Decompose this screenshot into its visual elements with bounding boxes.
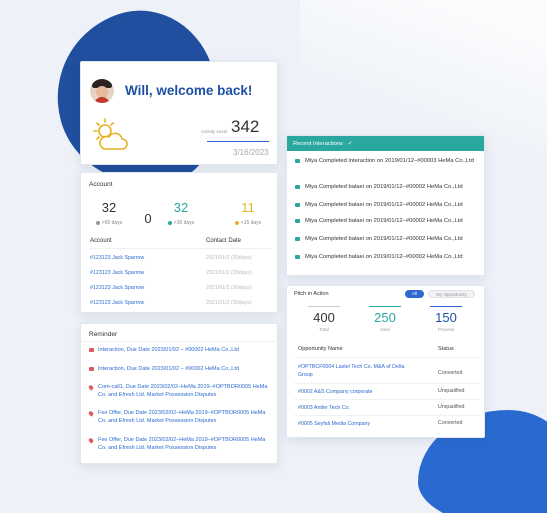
interaction-item[interactable]: Miya Completed balaei on 2019/01/12–#000…	[295, 235, 480, 243]
opportunity-status: Converted	[438, 420, 463, 426]
location-pin-icon	[87, 410, 95, 417]
interaction-item[interactable]: Miya Completed balaei on 2019/01/12–#000…	[295, 253, 480, 261]
divider	[81, 341, 279, 342]
location-pin-icon	[87, 384, 95, 391]
account-link[interactable]: #123123 Jack Sparrow	[90, 255, 144, 261]
column-contact-date: Contact Date	[206, 238, 242, 244]
opportunity-link[interactable]: #0003 Antler Tech Co.	[298, 404, 408, 412]
message-icon	[295, 255, 300, 259]
pitch-title: Pitch in Action	[294, 291, 329, 297]
opportunity-status: Unqualified	[438, 388, 465, 394]
message-icon	[295, 203, 300, 207]
reminder-item[interactable]: Com-call1, Due Date 2023/02/02–HeMa 2019…	[87, 383, 271, 399]
stat-process[interactable]: 150 Process	[421, 306, 471, 332]
opportunity-status: Converted	[438, 370, 463, 376]
stat-deal[interactable]: 250 Deal	[360, 306, 410, 332]
current-date: 3/16/2023	[233, 148, 269, 157]
contact-date: 2021/01/2 (30days)	[206, 300, 252, 306]
location-pin-icon	[87, 437, 95, 444]
interaction-item[interactable]: Miya Completed interaction on 2019/01/12…	[295, 157, 480, 165]
message-icon	[295, 237, 300, 241]
account-link[interactable]: #123123 Jack Sparrow	[90, 300, 144, 306]
gray-dot-icon	[95, 220, 100, 225]
yellow-dot-icon	[234, 220, 239, 225]
mail-icon	[89, 348, 94, 352]
activity-divider	[207, 141, 269, 142]
interaction-item[interactable]: Miya Completed balaei on 2019/01/12–#000…	[295, 217, 480, 225]
divider	[294, 357, 479, 358]
account-title: Account	[89, 181, 113, 188]
contact-date: 2021/01/2 (30days)	[206, 285, 252, 291]
reminder-title: Reminder	[89, 331, 118, 338]
message-icon	[295, 219, 300, 223]
opportunity-link[interactable]: #0005 Seyfali Media Company	[298, 420, 408, 428]
teal-dot-icon	[167, 220, 172, 225]
divider	[294, 415, 479, 416]
opportunity-link[interactable]: #0002 A&S Company corporate	[298, 388, 408, 396]
column-status: Status	[438, 346, 454, 352]
divider	[89, 248, 271, 249]
pitch-in-action-card: Pitch in Action All My Opportunity 400 T…	[286, 285, 485, 438]
reminder-item[interactable]: Interaction, Due Date 2023/01/02 – #0000…	[89, 365, 271, 373]
divider	[294, 383, 479, 384]
stat-15-days[interactable]: 11 <15 days	[227, 200, 269, 226]
contact-date: 2021/01/2 (30days)	[206, 255, 252, 261]
welcome-greeting: Will, welcome back!	[125, 83, 253, 98]
message-icon	[295, 159, 300, 163]
account-card: Account 32 >60 days 0 32 >30 days 11 <15…	[80, 172, 278, 313]
recent-interactions-header: Recent Interactions ✓	[287, 136, 484, 151]
mail-icon	[89, 367, 94, 371]
tab-all[interactable]: All	[405, 290, 424, 298]
activity-level-label: Activity Level	[201, 129, 228, 134]
stat-zero: 0	[144, 211, 152, 226]
divider	[294, 399, 479, 400]
activity-level-value: 342	[231, 117, 260, 136]
interaction-item[interactable]: Miya Completed balaei on 2019/01/12–#000…	[295, 201, 480, 209]
reminder-item[interactable]: Fee Offer, Due Date 2023/02/02–HeMa 2019…	[87, 436, 271, 452]
stat-total[interactable]: 400 Total	[299, 306, 349, 332]
welcome-card: Will, welcome back! Activity Level 342 3…	[80, 61, 278, 165]
avatar[interactable]	[90, 79, 114, 103]
stat-30-days[interactable]: 32 >30 days	[161, 200, 201, 226]
partly-sunny-icon	[93, 118, 128, 150]
reminder-item[interactable]: Interaction, Due Date 2023/01/02 – #0000…	[89, 346, 271, 354]
stat-60-days[interactable]: 32 >60 days	[91, 200, 127, 226]
account-link[interactable]: #123123 Jack Sparrow	[90, 270, 144, 276]
reminder-card: Reminder Interaction, Due Date 2023/01/0…	[80, 323, 279, 464]
recent-interactions-card: Recent Interactions ✓ Miya Completed int…	[286, 135, 485, 276]
pin-icon[interactable]: ✓	[348, 141, 353, 147]
opportunity-link[interactable]: #OPTBCF0004 Lastel Tech Co. M&A of Delta…	[298, 363, 408, 379]
interaction-item[interactable]: Miya Completed balaei on 2019/01/12–#000…	[295, 183, 480, 191]
account-link[interactable]: #123123 Jack Sparrow	[90, 285, 144, 291]
column-account: Account	[90, 238, 112, 244]
column-opportunity-name: Opportunity Name	[298, 346, 343, 352]
reminder-item[interactable]: Fee Offer, Due Date 2023/02/02–HeMa 2019…	[87, 409, 271, 425]
tab-my-opportunity[interactable]: My Opportunity	[428, 290, 475, 298]
message-icon	[295, 185, 300, 189]
opportunity-status: Unqualified	[438, 404, 465, 410]
contact-date: 2021/01/2 (30days)	[206, 270, 252, 276]
